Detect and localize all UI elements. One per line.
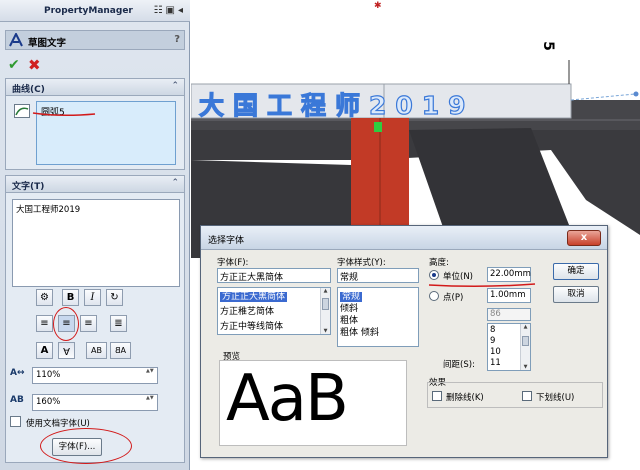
spacing-input[interactable]: 160%	[32, 394, 158, 411]
collapse-icon[interactable]: ⌃	[171, 178, 179, 188]
effects-group: 删除线(K) 下划线(U)	[427, 382, 603, 408]
dialog-title: 选择字体	[208, 236, 245, 246]
style-list-item[interactable]: 粗体 倾斜	[340, 325, 379, 338]
width-factor-input[interactable]: 110%	[32, 367, 158, 384]
scrollbar[interactable]: ▲ ▼	[520, 324, 530, 370]
annotation-circle	[53, 307, 79, 341]
ok-checkmark-icon[interactable]: ✔	[8, 57, 20, 73]
preview-text: AaB	[226, 362, 349, 436]
points-input[interactable]: 1.00mm	[487, 288, 531, 303]
origin-marker: ✱	[374, 1, 382, 11]
vertical-flip-button[interactable]: A	[36, 342, 53, 359]
cancel-x-icon[interactable]: ✖	[28, 56, 41, 74]
unit-radio[interactable]	[429, 270, 439, 280]
text-group-header[interactable]: 文字(T) ⌃	[5, 175, 185, 193]
curve-selection-icon	[14, 104, 30, 118]
style-label: 字体样式(Y):	[337, 258, 386, 268]
align-right-button[interactable]: ≡	[80, 315, 97, 332]
link-to-property-icon[interactable]: ⚙	[36, 289, 53, 306]
font-list[interactable]: 方正正大黑简体 方正稚艺简体 方正中等线简体 ▲ ▼	[217, 287, 331, 335]
font-list-item[interactable]: 方正正大黑简体	[220, 289, 288, 302]
upside-down-button[interactable]: A	[58, 342, 75, 359]
text-group-label: 文字(T)	[12, 182, 45, 192]
curves-group-header[interactable]: 曲线(C) ⌃	[5, 78, 185, 96]
collapse-icon[interactable]: ⌃	[171, 81, 179, 91]
spacing-label: 间距(S):	[443, 360, 475, 370]
property-manager-title: PropertyManager	[44, 6, 133, 16]
bold-button[interactable]: B	[62, 289, 79, 306]
underline-checkbox[interactable]	[522, 391, 532, 401]
strikeout-checkbox[interactable]	[432, 391, 442, 401]
preview-box: AaB	[219, 360, 407, 446]
curves-group-label: 曲线(C)	[12, 85, 45, 95]
font-input[interactable]: 方正正大黑简体	[217, 268, 331, 283]
size-list-item[interactable]: 10	[490, 347, 501, 357]
property-manager-title-bar: PropertyManager ☷▣◂	[0, 0, 190, 22]
scrollbar[interactable]: ▲ ▼	[320, 288, 330, 334]
style-input[interactable]: 常规	[337, 268, 419, 283]
strikeout-label: 删除线(K)	[446, 393, 484, 403]
font-label: 字体(F):	[217, 258, 249, 268]
font-list-item[interactable]: 方正稚艺简体	[220, 304, 274, 317]
align-left-button[interactable]: ≡	[36, 315, 53, 332]
panel-toolbar-icons[interactable]: ☷▣◂	[154, 5, 186, 16]
text-input[interactable]: 大国工程师2019	[12, 199, 180, 287]
feature-header: 草图文字 ?	[5, 30, 185, 50]
rotate-button[interactable]: ↻	[106, 289, 123, 306]
height-label: 高度:	[429, 258, 449, 268]
unit-height-input[interactable]: 22.00mm	[487, 267, 531, 282]
size-input[interactable]: 86	[487, 308, 531, 321]
underline-label: 下划线(U)	[536, 393, 575, 403]
points-label: 点(P)	[443, 293, 464, 303]
close-button[interactable]: x	[567, 230, 601, 246]
banner-text: 大国工程师2019	[198, 90, 475, 120]
mirror-button[interactable]: AB	[110, 342, 131, 359]
annotation-underline	[32, 112, 96, 117]
property-manager-panel: PropertyManager ☷▣◂ 草图文字 ? ✔ ✖ 曲线(C) ⌃ 圆…	[0, 0, 190, 470]
font-list-item[interactable]: 方正中等线简体	[220, 319, 283, 332]
width-factor-icon: A↔	[10, 368, 25, 378]
points-radio[interactable]	[429, 291, 439, 301]
sketch-text-icon	[9, 33, 23, 47]
size-list-item[interactable]: 9	[490, 336, 495, 346]
cancel-button[interactable]: 取消	[553, 286, 599, 303]
style-list[interactable]: 常规 倾斜 粗体 粗体 倾斜	[337, 287, 419, 347]
dimension-label[interactable]: 5	[540, 41, 556, 51]
dialog-title-bar: 选择字体 x	[201, 226, 607, 250]
size-list-item[interactable]: 8	[490, 325, 495, 335]
horizontal-flip-button[interactable]: AB	[86, 342, 107, 359]
italic-button[interactable]: I	[84, 289, 101, 306]
ok-button[interactable]: 确定	[553, 263, 599, 280]
spacing-icon: AB	[10, 395, 24, 405]
select-font-dialog: 选择字体 x 字体(F): 方正正大黑简体 方正正大黑简体 方正稚艺简体 方正中…	[200, 225, 608, 458]
feature-name: 草图文字	[28, 38, 67, 49]
help-icon[interactable]: ?	[174, 34, 180, 45]
justify-button[interactable]: ≣	[110, 315, 127, 332]
size-list-item[interactable]: 11	[490, 358, 501, 368]
annotation-circle	[40, 428, 132, 464]
size-list[interactable]: 8 9 10 11 ▲ ▼	[487, 323, 531, 371]
use-document-font-checkbox[interactable]	[10, 416, 21, 427]
